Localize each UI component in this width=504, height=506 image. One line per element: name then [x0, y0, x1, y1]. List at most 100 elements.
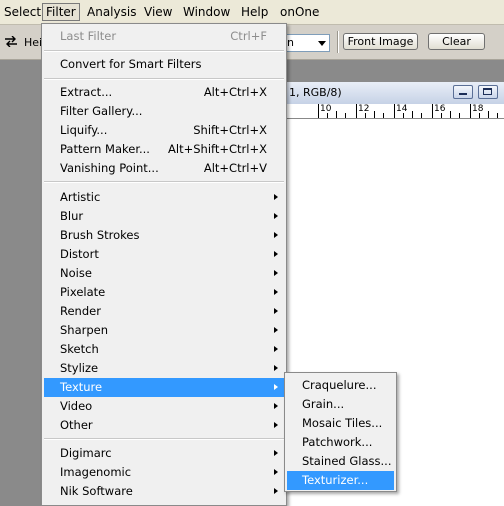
- menu-item-label: Craquelure...: [302, 378, 377, 392]
- submenu-distort[interactable]: Distort: [44, 245, 284, 264]
- menu-filter[interactable]: Filter: [42, 3, 80, 21]
- menu-window[interactable]: Window: [180, 3, 233, 21]
- ruler-label: 16: [434, 104, 446, 114]
- menu-item-label: Video: [60, 399, 93, 413]
- menu-item-label: Texture: [60, 380, 103, 394]
- submenu-arrow-icon: [274, 450, 278, 456]
- texturizer-item[interactable]: Texturizer...: [287, 471, 394, 490]
- grain-item[interactable]: Grain...: [287, 395, 394, 414]
- menu-separator: [44, 181, 284, 183]
- submenu-texture[interactable]: Texture: [44, 378, 284, 397]
- patchwork-item[interactable]: Patchwork...: [287, 433, 394, 452]
- menu-item-label: Noise: [60, 266, 92, 280]
- horizontal-ruler: 10 12 14 16 18: [285, 104, 504, 119]
- front-image-button[interactable]: Front Image: [343, 33, 418, 50]
- liquify-item[interactable]: Liquify... Shift+Ctrl+X: [44, 121, 284, 140]
- submenu-arrow-icon: [274, 365, 278, 371]
- submenu-arrow-icon: [274, 270, 278, 276]
- resolution-select[interactable]: n: [283, 34, 330, 52]
- pattern-maker-item[interactable]: Pattern Maker... Alt+Shift+Ctrl+X: [44, 140, 284, 159]
- stained-glass-item[interactable]: Stained Glass...: [287, 452, 394, 471]
- menu-item-shortcut: Alt+Ctrl+X: [203, 85, 267, 99]
- menu-item-label: Liquify...: [60, 123, 108, 137]
- filter-gallery-item[interactable]: Filter Gallery...: [44, 102, 284, 121]
- vanishing-point-item[interactable]: Vanishing Point... Alt+Ctrl+V: [44, 159, 284, 178]
- menu-item-label: Render: [60, 304, 101, 318]
- options-divider: [337, 31, 339, 53]
- submenu-arrow-icon: [274, 289, 278, 295]
- maximize-button[interactable]: [478, 85, 498, 99]
- submenu-nik-software[interactable]: Nik Software: [44, 482, 284, 501]
- resolution-select-value: n: [287, 36, 294, 49]
- submenu-sketch[interactable]: Sketch: [44, 340, 284, 359]
- menu-select[interactable]: Select: [1, 3, 44, 21]
- submenu-arrow-icon: [274, 346, 278, 352]
- submenu-other[interactable]: Other: [44, 416, 284, 435]
- menu-item-label: Extract...: [60, 85, 113, 99]
- minimize-icon: [459, 93, 467, 95]
- menu-separator: [44, 78, 284, 80]
- clear-button[interactable]: Clear: [428, 33, 485, 50]
- menu-item-label: Pixelate: [60, 285, 106, 299]
- submenu-video[interactable]: Video: [44, 397, 284, 416]
- submenu-blur[interactable]: Blur: [44, 207, 284, 226]
- chevron-down-icon: [318, 41, 326, 46]
- submenu-imagenomic[interactable]: Imagenomic: [44, 463, 284, 482]
- filter-menu: Last Filter Ctrl+F Convert for Smart Fil…: [41, 23, 287, 506]
- submenu-arrow-icon: [274, 488, 278, 494]
- menu-onone[interactable]: onOne: [277, 3, 322, 21]
- submenu-arrow-icon: [274, 251, 278, 257]
- submenu-stylize[interactable]: Stylize: [44, 359, 284, 378]
- submenu-sharpen[interactable]: Sharpen: [44, 321, 284, 340]
- menu-item-shortcut: Alt+Ctrl+V: [203, 161, 267, 175]
- menu-help[interactable]: Help: [238, 3, 271, 21]
- menu-item-shortcut: Shift+Ctrl+X: [193, 123, 267, 137]
- submenu-pixelate[interactable]: Pixelate: [44, 283, 284, 302]
- swap-icon[interactable]: [4, 36, 18, 47]
- menu-item-label: Vanishing Point...: [60, 161, 159, 175]
- submenu-arrow-icon: [274, 403, 278, 409]
- mosaic-tiles-item[interactable]: Mosaic Tiles...: [287, 414, 394, 433]
- craquelure-item[interactable]: Craquelure...: [287, 376, 394, 395]
- menu-item-label: Nik Software: [60, 484, 133, 498]
- document-title: 1, RGB/8): [289, 86, 342, 99]
- menu-item-label: Artistic: [60, 190, 101, 204]
- menu-item-label: Stylize: [60, 361, 99, 375]
- submenu-render[interactable]: Render: [44, 302, 284, 321]
- ruler-label: 14: [396, 104, 408, 114]
- submenu-noise[interactable]: Noise: [44, 264, 284, 283]
- extract-item[interactable]: Extract... Alt+Ctrl+X: [44, 83, 284, 102]
- document-titlebar[interactable]: 1, RGB/8): [285, 82, 504, 105]
- menu-item-label: Other: [60, 418, 93, 432]
- last-filter-label: Last Filter: [60, 29, 117, 43]
- minimize-button[interactable]: [453, 85, 473, 99]
- ruler-label: 12: [358, 104, 370, 114]
- submenu-arrow-icon: [274, 194, 278, 200]
- menu-item-label: Brush Strokes: [60, 228, 140, 242]
- menu-item-label: Stained Glass...: [302, 454, 392, 468]
- ruler-label: 18: [472, 104, 484, 114]
- submenu-arrow-icon: [274, 232, 278, 238]
- submenu-digimarc[interactable]: Digimarc: [44, 444, 284, 463]
- menu-item-label: Filter Gallery...: [60, 104, 143, 118]
- menu-separator: [44, 438, 284, 440]
- submenu-arrow-icon: [274, 422, 278, 428]
- submenu-arrow-icon: [274, 384, 278, 390]
- menu-item-label: Mosaic Tiles...: [302, 416, 383, 430]
- menu-item-label: Distort: [60, 247, 99, 261]
- submenu-arrow-icon: [274, 308, 278, 314]
- submenu-brush-strokes[interactable]: Brush Strokes: [44, 226, 284, 245]
- menu-view[interactable]: View: [141, 3, 175, 21]
- submenu-arrow-icon: [274, 213, 278, 219]
- submenu-arrow-icon: [274, 327, 278, 333]
- convert-smart-filters-item[interactable]: Convert for Smart Filters: [44, 55, 284, 74]
- submenu-artistic[interactable]: Artistic: [44, 188, 284, 207]
- menu-item-label: Pattern Maker...: [60, 142, 150, 156]
- menu-item-label: Blur: [60, 209, 84, 223]
- ruler-label: 10: [320, 104, 332, 114]
- menu-item-shortcut: Alt+Shift+Ctrl+X: [168, 142, 267, 156]
- maximize-icon: [483, 88, 492, 95]
- menu-analysis[interactable]: Analysis: [84, 3, 139, 21]
- menu-item-label: Imagenomic: [60, 465, 132, 479]
- menu-item-label: Grain...: [302, 397, 345, 411]
